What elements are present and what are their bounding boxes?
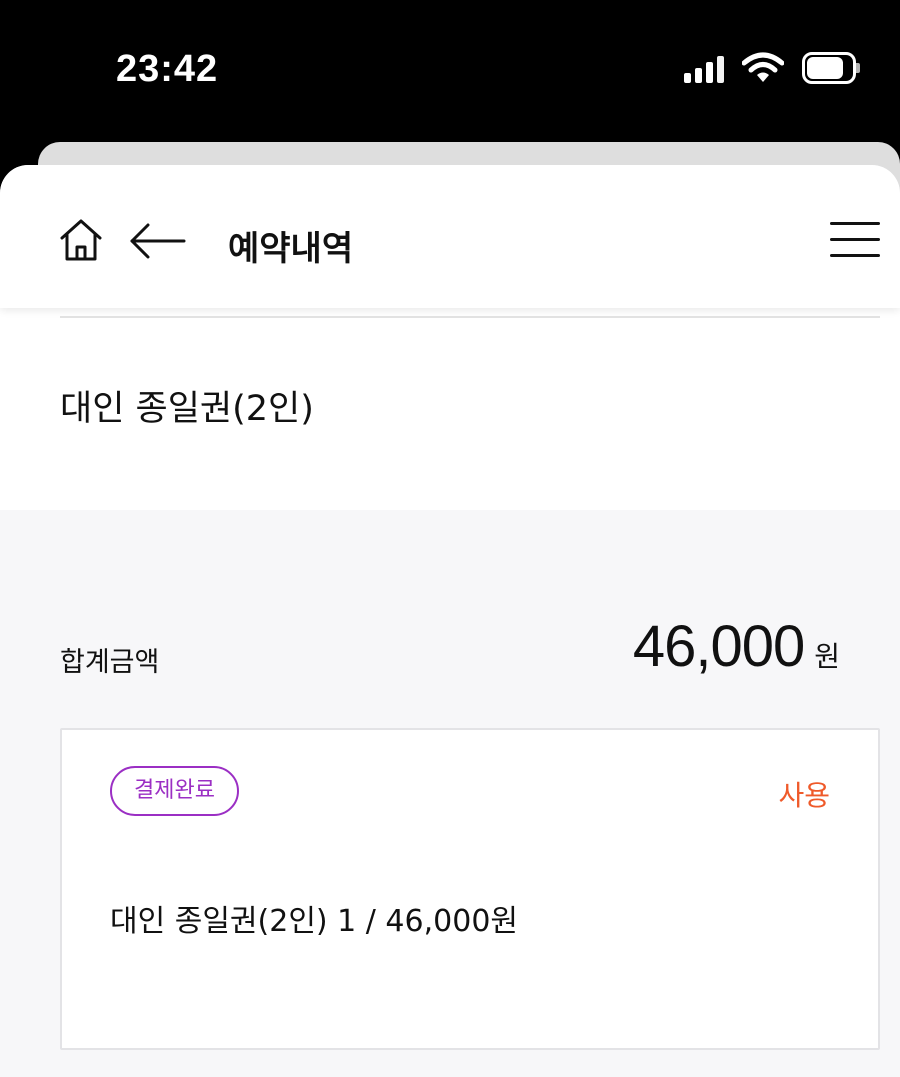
reservation-sheet: 예약내역 대인 종일권(2인) 합계금액 46,000 원 결제완료 사용 대인… bbox=[0, 165, 900, 1077]
cellular-signal-icon bbox=[684, 53, 724, 83]
back-arrow-icon[interactable] bbox=[128, 221, 186, 261]
total-value: 46,000 bbox=[632, 614, 805, 679]
product-name: 대인 종일권(2인) bbox=[60, 389, 314, 429]
status-time: 23:42 bbox=[116, 48, 219, 90]
product-section: 대인 종일권(2인) bbox=[0, 308, 900, 510]
divider bbox=[60, 316, 880, 318]
status-icons bbox=[684, 52, 860, 84]
ticket-card: 결제완료 사용 대인 종일권(2인) 1 / 46,000원 bbox=[60, 728, 880, 1050]
payment-status-badge: 결제완료 bbox=[110, 766, 239, 816]
total-amount: 46,000 원 bbox=[633, 613, 840, 680]
total-label: 합계금액 bbox=[60, 647, 160, 678]
status-bar: 23:42 bbox=[0, 0, 900, 140]
header: 예약내역 bbox=[0, 165, 900, 308]
ticket-detail: 대인 종일권(2인) 1 / 46,000원 bbox=[110, 904, 519, 939]
total-unit: 원 bbox=[814, 640, 840, 673]
home-icon[interactable] bbox=[58, 217, 104, 263]
page-title: 예약내역 bbox=[228, 229, 354, 269]
use-button[interactable]: 사용 bbox=[778, 774, 830, 814]
battery-icon bbox=[802, 52, 860, 84]
wifi-icon bbox=[742, 52, 784, 82]
hamburger-menu-icon[interactable] bbox=[830, 220, 880, 260]
